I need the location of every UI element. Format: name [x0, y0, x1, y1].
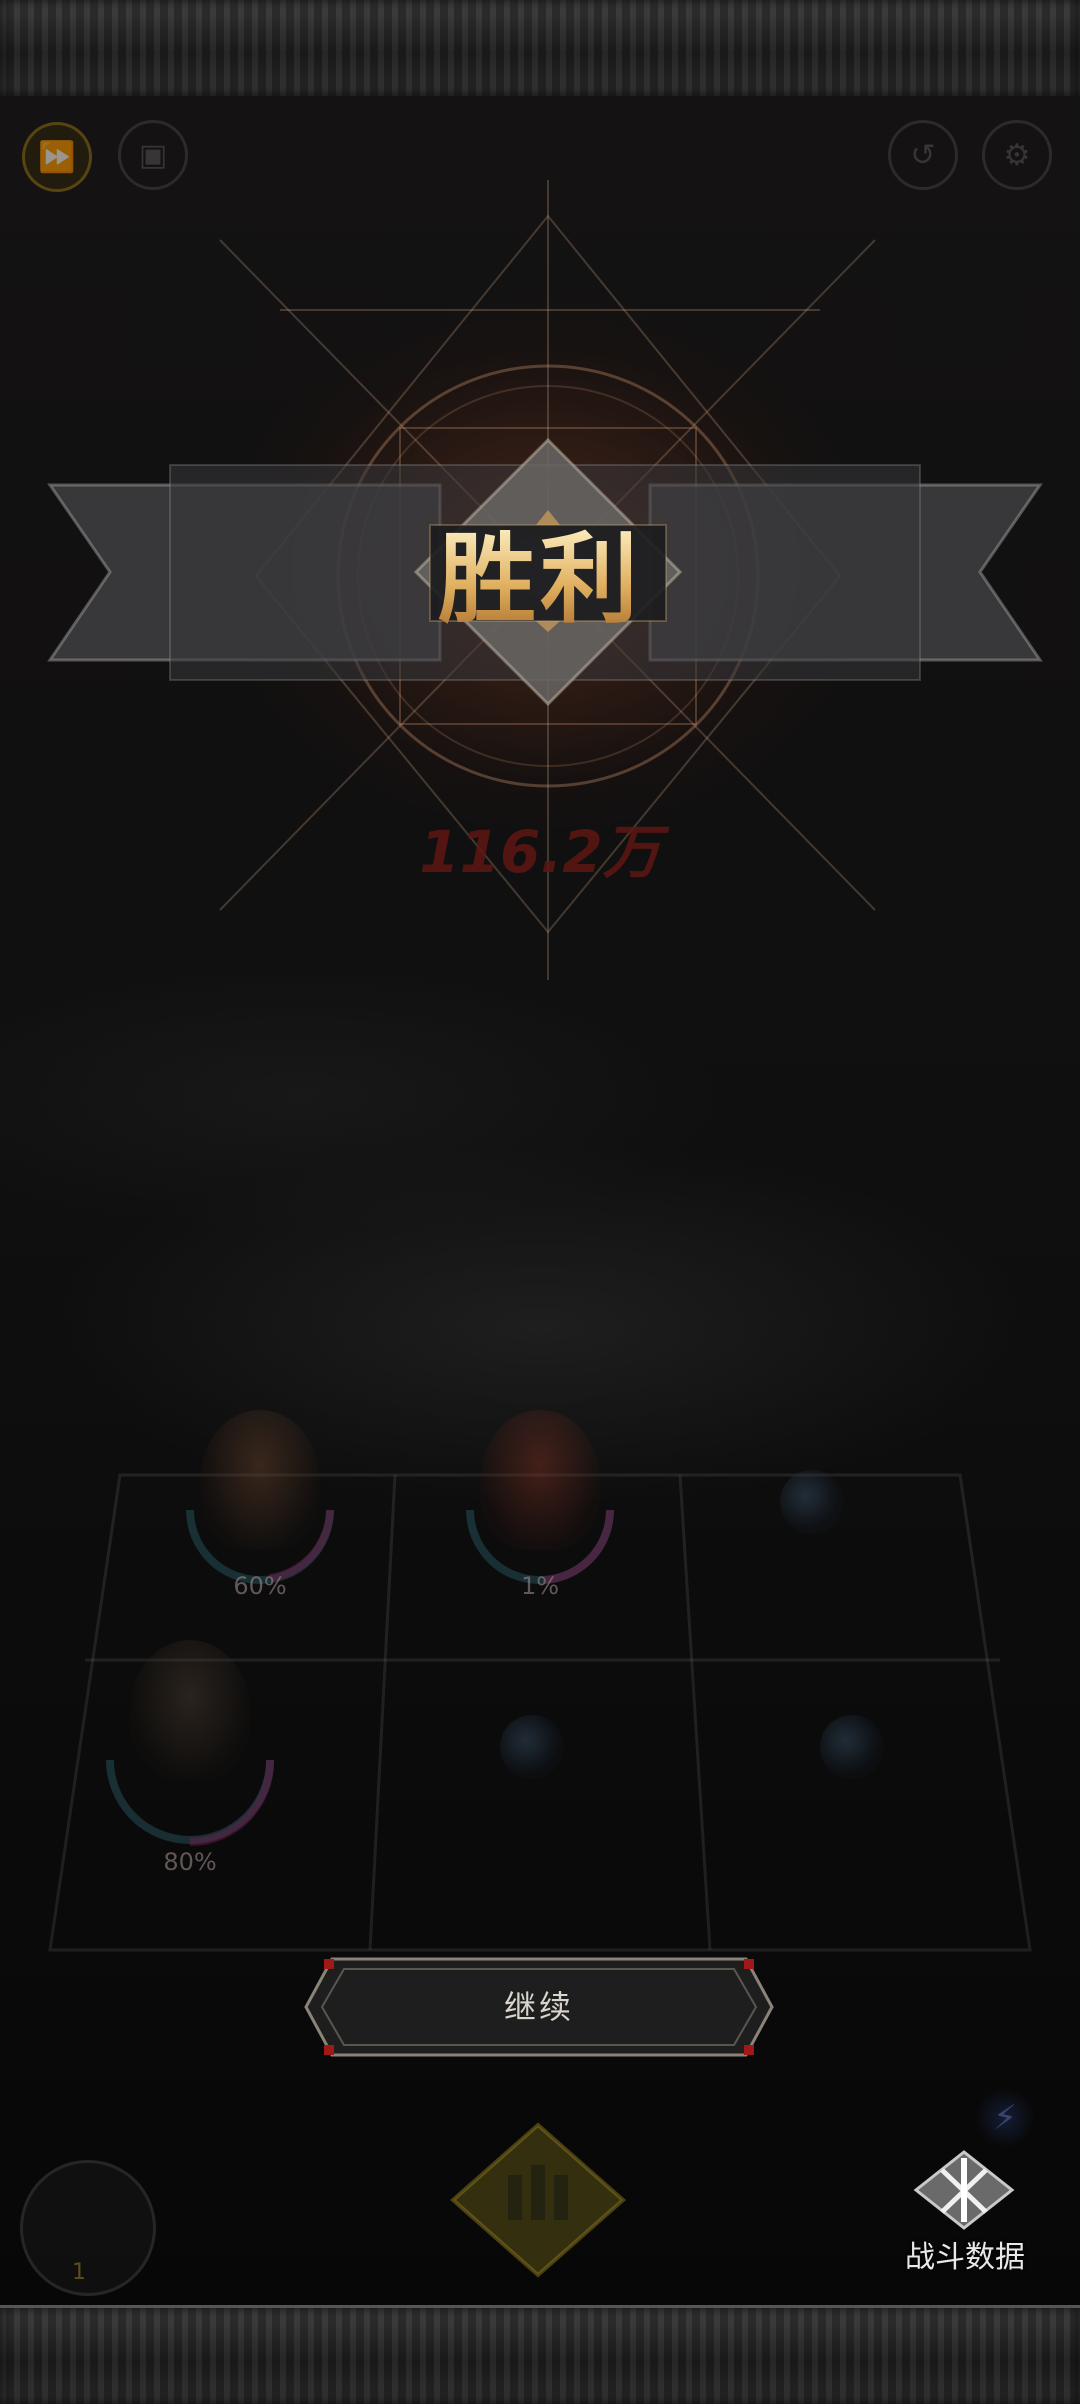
victory-title: 胜利 [340, 520, 740, 640]
hero-hp-arc [106, 1759, 275, 1846]
damage-total: 116.2万 [419, 818, 661, 886]
battle-data-label: 战斗数据 [905, 2240, 1025, 2275]
hero-slot-1[interactable]: 60% [160, 1410, 360, 1640]
skill-count: 1 [72, 2260, 86, 2285]
battle-data-button[interactable]: 战斗数据 [890, 2150, 1040, 2275]
top-frame-border [0, 0, 1080, 99]
continue-label: 继续 [503, 1988, 574, 2026]
hero-hp-text: 80% [163, 1848, 217, 1876]
empty-slot-marker[interactable] [500, 1715, 564, 1779]
bottom-frame-border [0, 2305, 1080, 2404]
hero-slot-3[interactable]: 80% [90, 1640, 290, 1876]
empty-slot-marker[interactable] [820, 1715, 884, 1779]
lightning-icon: ⚡ [975, 2088, 1035, 2148]
skill-dial-icon[interactable] [20, 2160, 156, 2296]
empty-slot-marker[interactable] [780, 1470, 844, 1534]
continue-button[interactable]: 继续 [302, 1955, 776, 2059]
crossed-swords-icon [913, 2150, 1015, 2230]
hero-hp-text: 60% [233, 1572, 287, 1600]
formation-banner-icon[interactable] [448, 2120, 628, 2280]
hero-slot-2[interactable]: 1% [440, 1410, 640, 1640]
formation-grid: 60% 1% 80% [0, 1390, 1080, 1990]
hero-hp-text: 1% [520, 1572, 560, 1600]
